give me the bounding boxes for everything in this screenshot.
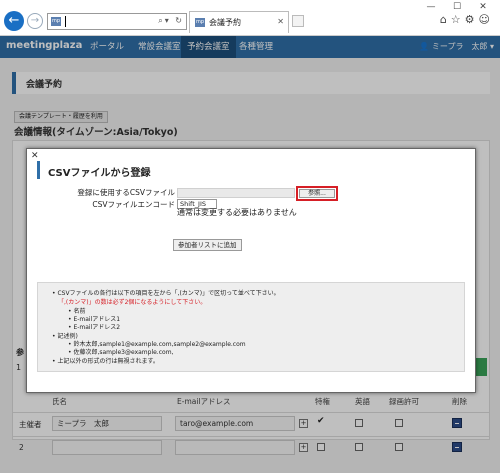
note-line: • 上記以外の形式の行は無視されます。	[52, 358, 159, 365]
browser-toolbar-icons[interactable]: ⌂☆⚙☺	[440, 13, 494, 26]
note-line: • CSVファイルの各行は以下の項目を左から「,(カンマ)」で区切って並べて下さ…	[52, 290, 280, 297]
encoding-note: 通常は変更する必要はありません	[177, 208, 297, 217]
maximize-icon[interactable]: ☐	[444, 1, 470, 13]
address-search-refresh-icons[interactable]: ⌕▾ ↻	[158, 16, 184, 26]
dialog-title: CSVファイルから登録	[48, 168, 151, 179]
csv-encoding-label: CSVファイルエンコード	[92, 200, 175, 209]
csv-file-label: 登録に使用するCSVファイル	[77, 188, 175, 197]
dialog-title-bar: CSVファイルから登録	[37, 161, 465, 179]
minimize-icon[interactable]: —	[418, 1, 444, 13]
back-arrow-icon[interactable]: ←	[4, 11, 24, 31]
forward-arrow-icon[interactable]: →	[27, 13, 43, 29]
note-line: • 佐藤次郎,sample3@example.com,	[68, 349, 174, 356]
add-to-participants-button[interactable]: 参加者リストに追加	[173, 239, 242, 251]
browser-titlebar: — ☐ ✕ ← → mp ⌕▾ ↻ mp 会議予約 ✕ ⌂☆⚙☺	[0, 0, 500, 36]
close-window-icon[interactable]: ✕	[470, 1, 496, 13]
note-line: • E-mailアドレス2	[68, 324, 121, 331]
csv-import-dialog: ✕ CSVファイルから登録 登録に使用するCSVファイル CSVファイルエンコー…	[26, 148, 476, 393]
window-controls: — ☐ ✕	[418, 1, 496, 13]
text-caret	[65, 16, 66, 27]
tab-favicon-icon: mp	[195, 18, 205, 27]
browser-tab[interactable]: mp 会議予約 ✕	[189, 11, 289, 33]
csv-file-input[interactable]	[177, 188, 295, 198]
site-favicon-icon: mp	[51, 17, 61, 26]
address-bar[interactable]: mp ⌕▾ ↻	[47, 13, 187, 30]
tab-title: 会議予約	[209, 18, 241, 27]
close-icon[interactable]: ✕	[31, 151, 39, 161]
new-tab-button[interactable]	[292, 15, 304, 27]
tab-close-icon[interactable]: ✕	[277, 17, 284, 26]
csv-format-notes: • CSVファイルの各行は以下の項目を左から「,(カンマ)」で区切って並べて下さ…	[37, 282, 465, 372]
note-line-warning: 「,(カンマ)」の数は必ず2個になるようにして下さい。	[58, 299, 207, 306]
browse-highlight: 参照...	[296, 186, 338, 201]
browse-button[interactable]: 参照...	[299, 189, 335, 198]
